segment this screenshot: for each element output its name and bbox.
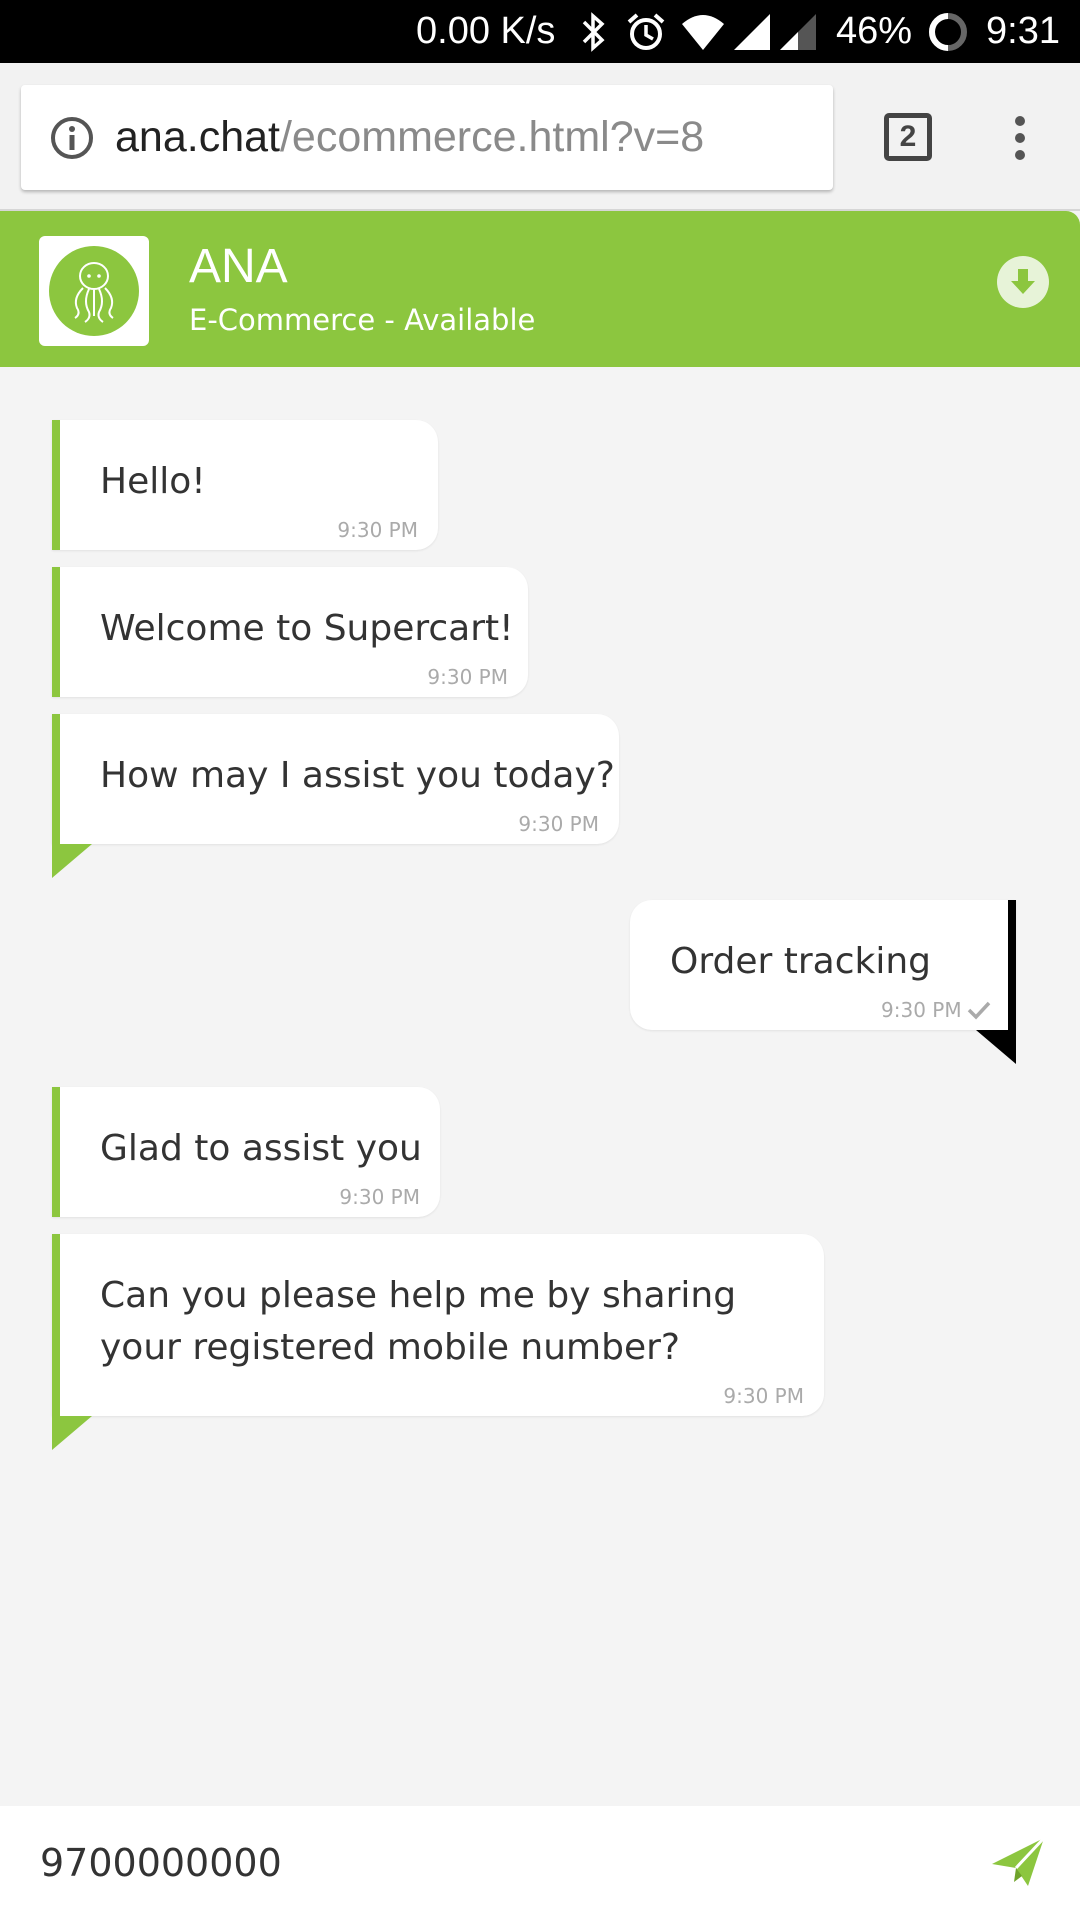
message-text: Order tracking <box>670 941 932 982</box>
battery-charging-icon <box>929 13 967 51</box>
message-time: 9:30 PM <box>518 812 599 836</box>
browser-toolbar: ana.chat/ecommerce.html?v=8 2 <box>0 63 1080 211</box>
address-bar[interactable]: ana.chat/ecommerce.html?v=8 <box>21 85 833 190</box>
bot-avatar <box>39 236 149 346</box>
status-bar: 0.00 K/s 46% 9:31 <box>0 0 1080 63</box>
url-host: ana.chat <box>115 113 280 161</box>
message-input-bar <box>0 1806 1080 1920</box>
url-path: /ecommerce.html?v=8 <box>279 113 705 161</box>
message-time: 9:30 PM <box>881 998 962 1022</box>
clock: 9:31 <box>986 10 1060 52</box>
message-tail <box>976 1030 1016 1064</box>
bot-message: Welcome to Supercart! 9:30 PM <box>52 567 528 697</box>
bot-status: E-Commerce - Available <box>189 303 536 337</box>
send-icon[interactable] <box>990 1834 1046 1890</box>
message-text: How may I assist you today? <box>100 755 615 796</box>
bot-name: ANA <box>189 240 288 293</box>
network-speed: 0.00 K/s <box>416 10 556 52</box>
tab-switcher-button[interactable]: 2 <box>884 113 932 161</box>
message-time: 9:30 PM <box>337 518 418 542</box>
download-icon[interactable] <box>997 256 1049 308</box>
message-tail <box>52 844 92 878</box>
wifi-icon <box>682 15 724 50</box>
octopus-logo-icon <box>49 246 139 336</box>
message-time: 9:30 PM <box>723 1384 804 1408</box>
checkmark-icon <box>967 1001 991 1020</box>
overflow-menu-icon[interactable] <box>1000 113 1040 163</box>
user-message: Order tracking 9:30 PM <box>630 900 1016 1030</box>
message-text: Hello! <box>100 461 206 502</box>
bot-message: Hello! 9:30 PM <box>52 420 438 550</box>
message-text: Glad to assist you <box>100 1128 422 1169</box>
battery-percent: 46% <box>836 10 913 52</box>
message-time: 9:30 PM <box>427 665 508 689</box>
bot-message: Glad to assist you 9:30 PM <box>52 1087 440 1217</box>
alarm-icon <box>627 13 665 50</box>
message-text: Welcome to Supercart! <box>100 608 514 649</box>
signal-weak-icon <box>780 14 816 50</box>
bluetooth-icon <box>582 12 605 52</box>
message-time: 9:30 PM <box>339 1185 420 1209</box>
signal-icon <box>734 14 770 50</box>
bot-message: Can you please help me by sharing your r… <box>52 1234 824 1416</box>
message-text: Can you please help me by sharing your r… <box>100 1275 737 1368</box>
info-icon[interactable] <box>49 115 95 161</box>
chat-header: ANA E-Commerce - Available <box>0 211 1080 367</box>
message-tail <box>52 1416 92 1450</box>
url-text[interactable]: ana.chat/ecommerce.html?v=8 <box>115 85 704 190</box>
message-input[interactable] <box>40 1806 940 1920</box>
bot-message: How may I assist you today? 9:30 PM <box>52 714 619 844</box>
